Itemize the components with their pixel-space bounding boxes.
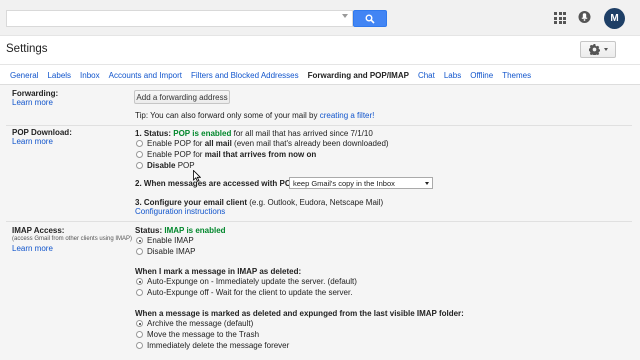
gear-icon — [588, 44, 600, 55]
radio-icon[interactable] — [136, 331, 143, 338]
imap-status: Status: IMAP is enabled — [135, 226, 226, 235]
page-title: Settings — [6, 43, 48, 55]
mouse-cursor-icon — [193, 170, 201, 182]
radio-label: Move the message to the Trash — [147, 330, 260, 339]
pop-status-suffix: for all mail that has arrived since 7/1/… — [233, 129, 373, 138]
forwarding-tip: Tip: You can also forward only some of y… — [135, 111, 374, 120]
tab-offline[interactable]: Offline — [470, 71, 493, 80]
tab-filters-and-blocked-addresses[interactable]: Filters and Blocked Addresses — [191, 71, 299, 80]
move-to-trash-radio[interactable]: Move the message to the Trash — [136, 330, 259, 339]
tab-labs[interactable]: Labs — [444, 71, 461, 80]
search-button[interactable] — [353, 10, 387, 27]
search-options-caret-icon[interactable] — [342, 14, 348, 18]
top-bar: M — [0, 0, 640, 36]
chevron-down-icon — [425, 181, 429, 185]
radio-label: Auto-Expunge off - Wait for the client t… — [147, 288, 353, 297]
radio-label: Enable IMAP — [147, 236, 194, 245]
tab-general[interactable]: General — [10, 71, 38, 80]
pop-enable-all-mail-radio[interactable]: Enable POP for all mail (even mail that'… — [136, 139, 389, 148]
pop-learn-more-link[interactable]: Learn more — [12, 137, 53, 146]
pop-enable-from-now-radio[interactable]: Enable POP for mail that arrives from no… — [136, 150, 316, 159]
radio-label: Archive the message (default) — [147, 319, 254, 328]
tab-labels[interactable]: Labels — [47, 71, 71, 80]
settings-menu-button[interactable] — [580, 41, 616, 58]
imap-expunged-heading: When a message is marked as deleted and … — [135, 309, 464, 318]
delete-forever-radio[interactable]: Immediately delete the message forever — [136, 341, 289, 350]
imap-deleted-heading: When I mark a message in IMAP as deleted… — [135, 267, 302, 276]
imap-status-value: IMAP is enabled — [164, 226, 226, 235]
imap-enable-radio[interactable]: Enable IMAP — [136, 236, 194, 245]
pop-configure: 3. Configure your email client (e.g. Out… — [135, 198, 383, 207]
add-forwarding-address-button[interactable]: Add a forwarding address — [134, 90, 230, 104]
pop-status-prefix: 1. Status: — [135, 129, 172, 138]
settings-content: Forwarding: Learn more Add a forwarding … — [0, 85, 640, 360]
radio-icon[interactable] — [136, 320, 143, 327]
tab-accounts-and-import[interactable]: Accounts and Import — [109, 71, 182, 80]
imap-status-prefix: Status: — [135, 226, 163, 235]
search-icon — [365, 14, 375, 24]
pop-action-select[interactable]: keep Gmail's copy in the Inbox — [289, 177, 433, 189]
radio-icon[interactable] — [136, 151, 143, 158]
apps-grid-icon[interactable] — [554, 12, 566, 24]
notifications-icon[interactable] — [578, 10, 591, 24]
forwarding-learn-more-link[interactable]: Learn more — [12, 98, 53, 107]
pop-configure-suffix: (e.g. Outlook, Eudora, Netscape Mail) — [249, 198, 384, 207]
archive-message-radio[interactable]: Archive the message (default) — [136, 319, 253, 328]
section-divider — [6, 125, 632, 126]
pop-status-value: POP is enabled — [173, 129, 232, 138]
tab-inbox[interactable]: Inbox — [80, 71, 100, 80]
radio-label: Enable POP for mail that arrives from no… — [147, 150, 317, 159]
settings-tabs: General Labels Inbox Accounts and Import… — [10, 71, 540, 80]
radio-icon[interactable] — [136, 162, 143, 169]
configuration-instructions-link[interactable]: Configuration instructions — [135, 207, 225, 216]
radio-icon[interactable] — [136, 289, 143, 296]
imap-access-label: IMAP Access: — [12, 226, 65, 235]
chevron-down-icon — [603, 48, 608, 51]
auto-expunge-off-radio[interactable]: Auto-Expunge off - Wait for the client t… — [136, 288, 352, 297]
forwarding-tip-text: Tip: You can also forward only some of y… — [135, 111, 318, 120]
forwarding-label: Forwarding: — [12, 89, 59, 98]
tab-forwarding-and-pop-imap[interactable]: Forwarding and POP/IMAP — [308, 71, 409, 80]
search-input[interactable] — [6, 10, 353, 27]
radio-label: Disable POP — [147, 161, 195, 170]
pop-when-accessed-label: 2. When messages are accessed with POP — [135, 179, 297, 188]
imap-sublabel: (access Gmail from other clients using I… — [12, 236, 133, 242]
pop-status: 1. Status: POP is enabled for all mail t… — [135, 129, 373, 138]
imap-learn-more-link[interactable]: Learn more — [12, 244, 53, 253]
tab-themes[interactable]: Themes — [502, 71, 531, 80]
radio-icon[interactable] — [136, 140, 143, 147]
imap-disable-radio[interactable]: Disable IMAP — [136, 247, 195, 256]
pop-disable-radio[interactable]: Disable POP — [136, 161, 195, 170]
pop-download-label: POP Download: — [12, 128, 72, 137]
header-divider — [0, 64, 640, 65]
create-filter-link[interactable]: creating a filter! — [320, 111, 375, 120]
radio-label: Auto-Expunge on - Immediately update the… — [147, 277, 357, 286]
radio-icon[interactable] — [136, 248, 143, 255]
radio-icon[interactable] — [136, 342, 143, 349]
tab-chat[interactable]: Chat — [418, 71, 435, 80]
radio-icon[interactable] — [136, 278, 143, 285]
avatar[interactable]: M — [604, 8, 625, 29]
pop-configure-label: 3. Configure your email client — [135, 198, 248, 207]
radio-label: Immediately delete the message forever — [147, 341, 290, 350]
pop-action-select-value: keep Gmail's copy in the Inbox — [293, 178, 395, 188]
radio-label: Disable IMAP — [147, 247, 196, 256]
auto-expunge-on-radio[interactable]: Auto-Expunge on - Immediately update the… — [136, 277, 357, 286]
radio-icon[interactable] — [136, 237, 143, 244]
radio-label: Enable POP for all mail (even mail that'… — [147, 139, 389, 148]
section-divider — [6, 221, 632, 222]
